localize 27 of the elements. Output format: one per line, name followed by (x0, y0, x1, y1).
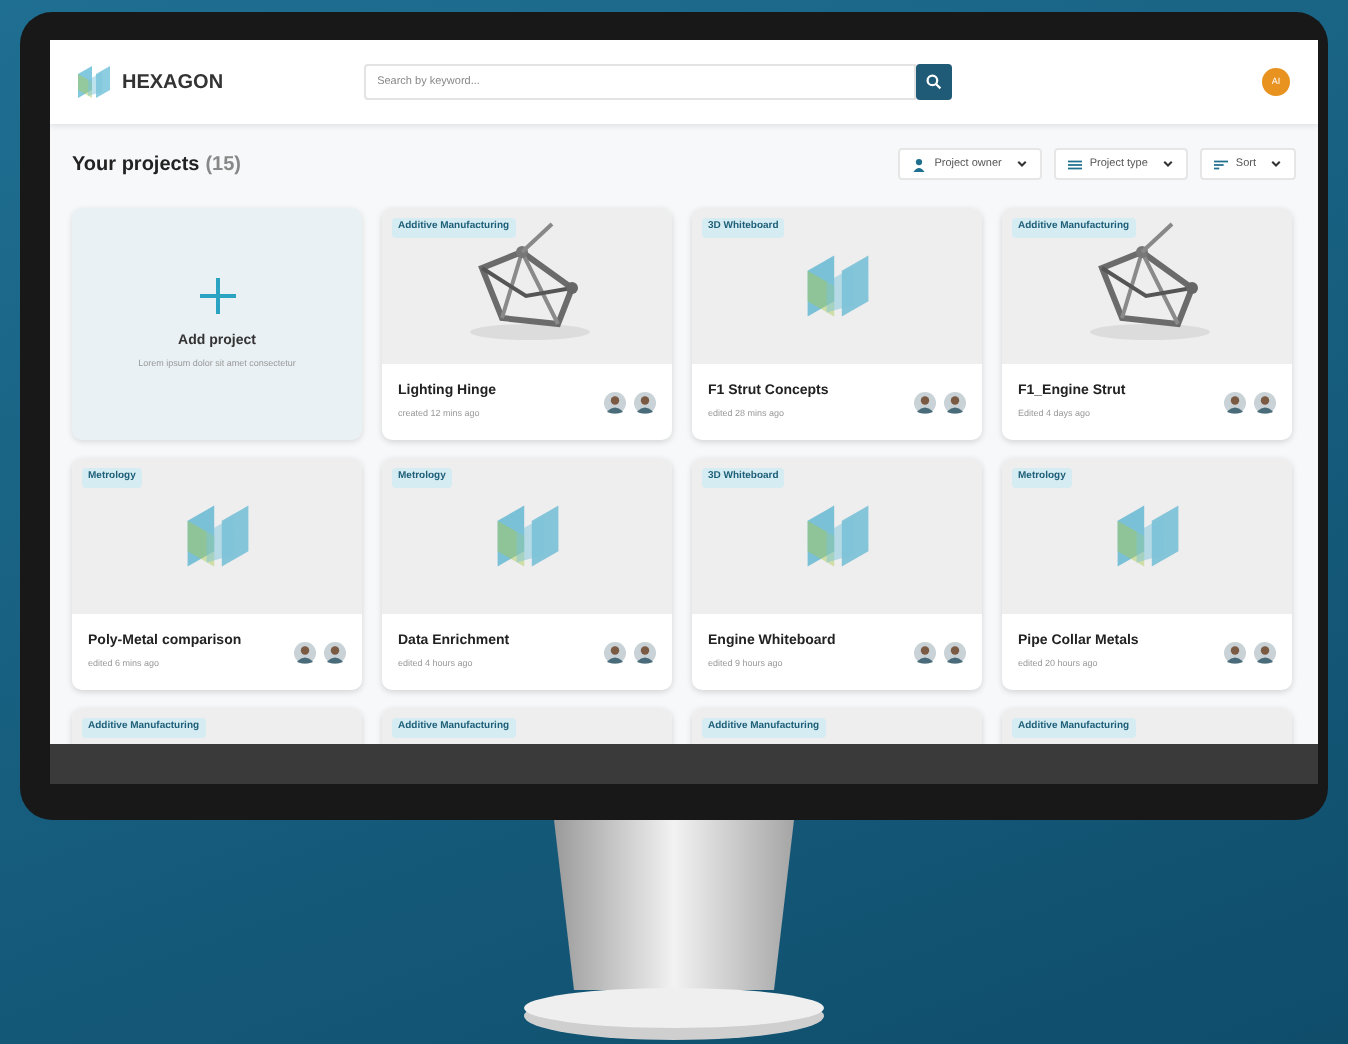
sort-icon (1213, 157, 1228, 171)
avatar-icon (1224, 391, 1246, 413)
avatar-icon (634, 391, 656, 413)
avatar-icon (914, 391, 936, 413)
chevron-icon (1161, 158, 1174, 170)
avatar-icon (604, 391, 626, 413)
page-title: Your projects (72, 151, 200, 179)
avatar-icon (294, 641, 316, 663)
brand-name: HEXAGON (122, 69, 224, 97)
list-icon (1067, 157, 1082, 171)
avatar-icon (1254, 391, 1276, 413)
avatar-icon (634, 641, 656, 663)
search-button[interactable] (915, 64, 952, 100)
avatar-icon (604, 641, 626, 663)
avatar-icon (944, 391, 966, 413)
search-icon (925, 74, 942, 90)
person-icon (912, 157, 927, 171)
avatar-icon (1224, 641, 1246, 663)
avatar-icon (1254, 641, 1276, 663)
project-count: (15) (205, 151, 242, 179)
plus-icon (197, 275, 237, 316)
chevron-icon (1015, 158, 1028, 170)
chevron-icon (1270, 158, 1282, 170)
avatar-icon (324, 641, 346, 663)
avatar-icon (944, 641, 966, 663)
logo-icon (74, 62, 114, 102)
avatar-icon (914, 641, 936, 663)
